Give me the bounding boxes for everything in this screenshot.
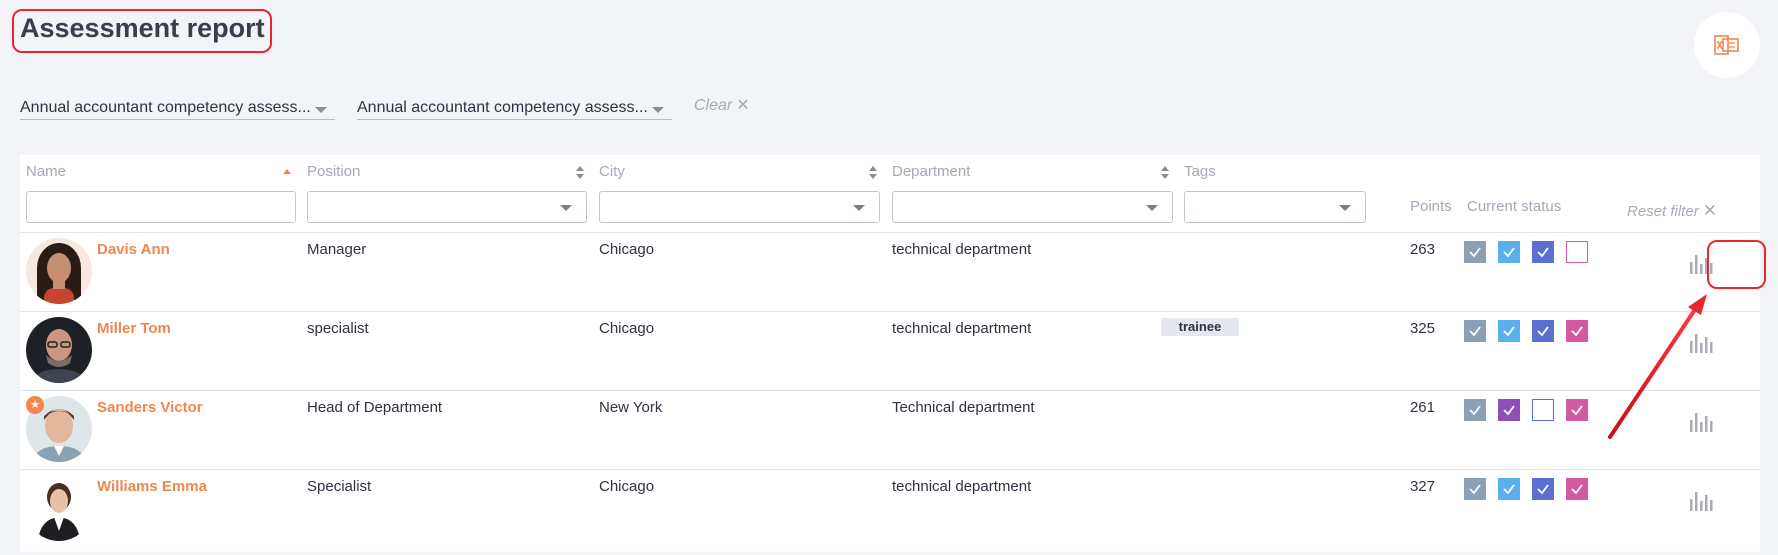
bar-chart-icon[interactable]	[1688, 408, 1714, 434]
stats-icon-highlight	[1707, 240, 1766, 289]
page-title: Assessment report	[20, 13, 265, 43]
city-cell: Chicago	[599, 241, 655, 258]
table-row: Miller Tom specialist Chicago technical …	[20, 311, 1760, 390]
points-cell: 327	[1409, 478, 1435, 495]
table-row: ★ Sanders Victor Head of Department New …	[20, 390, 1760, 469]
position-cell: Specialist	[307, 478, 372, 495]
sort-icon[interactable]	[575, 166, 585, 180]
department-cell: technical department	[892, 478, 1032, 495]
report-table: Name Position City Department Tags Point…	[20, 155, 1760, 552]
points-cell: 325	[1409, 320, 1435, 337]
tag-badge: trainee	[1161, 318, 1239, 336]
sort-icon[interactable]	[1160, 166, 1170, 180]
reset-filter-label: Reset filter	[1627, 203, 1699, 220]
sort-icon[interactable]	[868, 166, 878, 180]
status-checkbox-empty[interactable]	[1532, 399, 1554, 421]
status-checkbox-checked[interactable]	[1464, 241, 1486, 263]
header-name[interactable]: Name	[26, 163, 66, 180]
table-row: Williams Emma Specialist Chicago technic…	[20, 469, 1760, 548]
status-checkbox-checked[interactable]	[1566, 320, 1588, 342]
assessment-select-1[interactable]: Annual accountant competency assess...	[20, 92, 335, 120]
status-checkbox-checked[interactable]	[1498, 478, 1520, 500]
excel-export-icon	[1714, 35, 1739, 55]
chevron-down-icon	[1146, 205, 1158, 211]
chevron-down-icon	[1339, 205, 1351, 211]
tags-filter-select[interactable]	[1184, 191, 1366, 223]
chevron-down-icon	[652, 107, 664, 113]
department-cell: technical department	[892, 320, 1032, 337]
chevron-down-icon	[853, 205, 865, 211]
header-points: Points	[1410, 198, 1452, 215]
department-cell: Technical department	[892, 399, 1035, 416]
points-cell: 263	[1409, 241, 1435, 258]
clear-label: Clear	[694, 97, 733, 114]
avatar	[26, 475, 92, 541]
excel-export-button[interactable]	[1694, 12, 1760, 78]
assessment-select-2[interactable]: Annual accountant competency assess...	[357, 92, 672, 120]
city-cell: Chicago	[599, 320, 655, 337]
name-filter-input[interactable]	[26, 191, 296, 223]
position-filter-select[interactable]	[307, 191, 587, 223]
bar-chart-icon[interactable]	[1688, 329, 1714, 355]
employee-name-link[interactable]: Miller Tom	[97, 320, 171, 337]
status-checkbox-checked[interactable]	[1532, 241, 1554, 263]
table-row: Davis Ann Manager Chicago technical depa…	[20, 232, 1760, 311]
header-current-status: Current status	[1467, 198, 1562, 215]
header-department[interactable]: Department	[892, 163, 970, 180]
chevron-down-icon	[560, 205, 572, 211]
points-cell: 261	[1409, 399, 1435, 416]
city-cell: Chicago	[599, 478, 655, 495]
status-checkbox-empty[interactable]	[1566, 241, 1588, 263]
close-icon: ✕	[1702, 201, 1717, 220]
employee-name-link[interactable]: Williams Emma	[97, 478, 207, 495]
status-checkbox-checked[interactable]	[1498, 399, 1520, 421]
assessment-select-1-value: Annual accountant competency assess...	[20, 99, 311, 116]
employee-name-link[interactable]: Sanders Victor	[97, 399, 203, 416]
close-icon: ✕	[736, 97, 750, 114]
status-checkbox-checked[interactable]	[1464, 399, 1486, 421]
star-icon: ★	[26, 396, 44, 414]
assessment-select-2-value: Annual accountant competency assess...	[357, 99, 648, 116]
status-checkbox-checked[interactable]	[1532, 320, 1554, 342]
city-cell: New York	[599, 399, 663, 416]
status-checkbox-checked[interactable]	[1464, 320, 1486, 342]
position-cell: Manager	[307, 241, 367, 258]
reset-filter-button[interactable]: Reset filter ✕	[1627, 201, 1717, 221]
header-tags: Tags	[1184, 163, 1216, 180]
status-checkbox-checked[interactable]	[1498, 241, 1520, 263]
department-cell: technical department	[892, 241, 1032, 258]
position-cell: specialist	[307, 320, 369, 337]
avatar	[26, 238, 92, 304]
status-checkbox-checked[interactable]	[1532, 478, 1554, 500]
header-position[interactable]: Position	[307, 163, 360, 180]
status-checkbox-checked[interactable]	[1464, 478, 1486, 500]
header-city[interactable]: City	[599, 163, 625, 180]
status-checkbox-checked[interactable]	[1498, 320, 1520, 342]
employee-name-link[interactable]: Davis Ann	[97, 241, 170, 258]
avatar	[26, 317, 92, 383]
department-filter-select[interactable]	[892, 191, 1173, 223]
position-cell: Head of Department	[307, 399, 443, 416]
sort-ascending-icon[interactable]	[283, 169, 291, 174]
city-filter-select[interactable]	[599, 191, 880, 223]
bar-chart-icon[interactable]	[1688, 487, 1714, 513]
clear-filters-button[interactable]: Clear ✕	[694, 95, 750, 115]
status-checkbox-checked[interactable]	[1566, 478, 1588, 500]
status-checkbox-checked[interactable]	[1566, 399, 1588, 421]
chevron-down-icon	[315, 107, 327, 113]
